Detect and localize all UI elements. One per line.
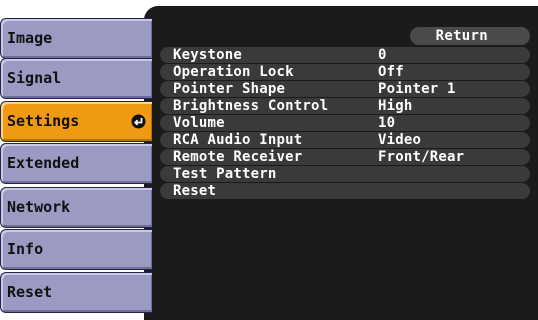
tab-signal[interactable]: Signal <box>0 58 152 99</box>
setting-value: 10 <box>378 115 396 131</box>
setting-row-operation-lock[interactable]: Operation Lock Off <box>160 64 530 80</box>
tab-label: Signal <box>7 69 62 87</box>
setting-label: Remote Receiver <box>173 149 303 165</box>
setting-row-keystone[interactable]: Keystone 0 <box>160 47 530 63</box>
setting-label: Brightness Control <box>173 98 329 114</box>
tab-settings[interactable]: Settings <box>0 101 152 142</box>
tab-info[interactable]: Info <box>0 229 152 270</box>
tab-label: Info <box>7 240 44 258</box>
tab-label: Settings <box>7 112 80 130</box>
tab-label: Reset <box>7 283 53 301</box>
tab-reset[interactable]: Reset <box>0 272 152 313</box>
tab-image[interactable]: Image <box>0 18 152 59</box>
setting-label: RCA Audio Input <box>173 132 303 148</box>
setting-row-volume[interactable]: Volume 10 <box>160 115 530 131</box>
setting-label: Keystone <box>173 47 243 63</box>
setting-value: Pointer 1 <box>378 81 456 97</box>
tab-extended[interactable]: Extended <box>0 143 152 184</box>
setting-label: Pointer Shape <box>173 81 286 97</box>
setting-row-remote-receiver[interactable]: Remote Receiver Front/Rear <box>160 149 530 165</box>
tab-label: Image <box>7 29 53 47</box>
setting-value: High <box>378 98 413 114</box>
setting-row-brightness-control[interactable]: Brightness Control High <box>160 98 530 114</box>
tab-label: Extended <box>7 154 80 172</box>
setting-value: Off <box>378 64 404 80</box>
setting-value: Front/Rear <box>378 149 465 165</box>
setting-value: 0 <box>378 47 387 63</box>
tab-label: Network <box>7 198 71 216</box>
setting-row-reset[interactable]: Reset <box>160 183 530 199</box>
setting-label: Test Pattern <box>173 166 277 182</box>
setting-value: Video <box>378 132 422 148</box>
setting-row-pointer-shape[interactable]: Pointer Shape Pointer 1 <box>160 81 530 97</box>
return-button[interactable]: Return <box>410 27 530 45</box>
setting-label: Operation Lock <box>173 64 294 80</box>
setting-label: Reset <box>173 183 217 199</box>
enter-icon <box>131 114 146 129</box>
tab-network[interactable]: Network <box>0 187 152 228</box>
setting-row-rca-audio-input[interactable]: RCA Audio Input Video <box>160 132 530 148</box>
setting-row-test-pattern[interactable]: Test Pattern <box>160 166 530 182</box>
setting-label: Volume <box>173 115 225 131</box>
